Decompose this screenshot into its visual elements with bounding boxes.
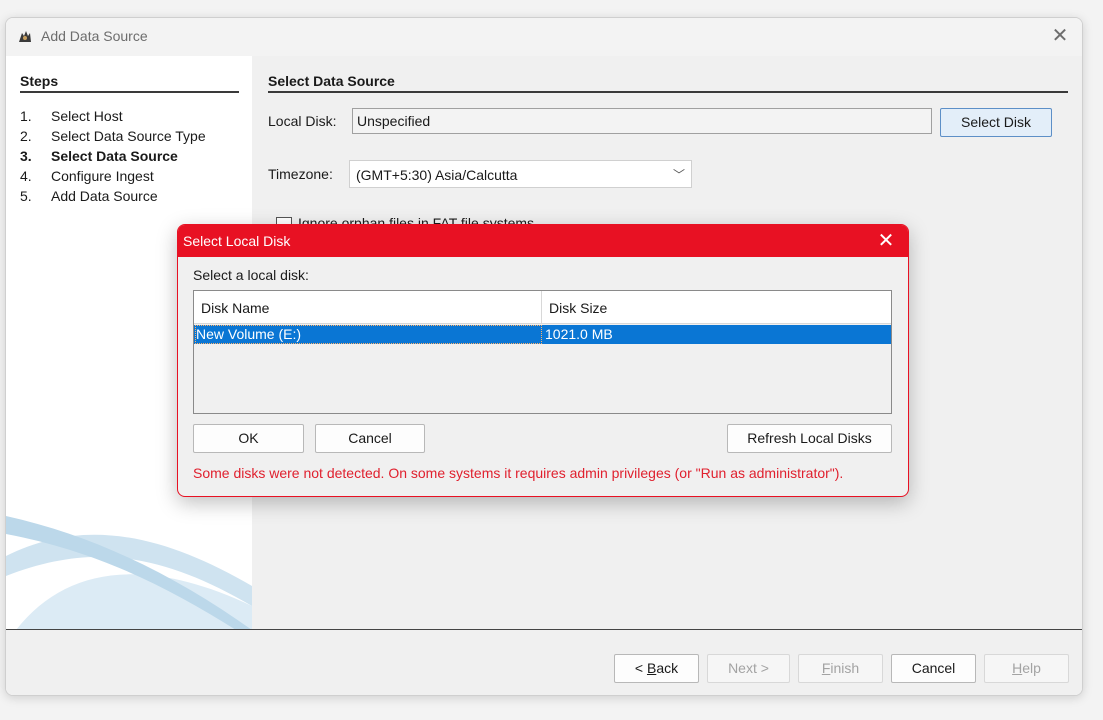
disk-name-cell: New Volume (E:)	[195, 325, 542, 344]
finish-button[interactable]: Finish	[798, 654, 883, 683]
app-logo-icon	[19, 31, 31, 42]
section-divider	[268, 91, 1068, 93]
local-disk-label: Local Disk:	[268, 113, 337, 129]
timezone-value: (GMT+5:30) Asia/Calcutta	[356, 167, 518, 183]
close-icon[interactable]: ✕	[1048, 24, 1072, 48]
step-item: 5. Add Data Source	[20, 188, 158, 204]
cancel-button[interactable]: Cancel	[891, 654, 976, 683]
footer-bar: < Back Next > Finish Cancel Help	[6, 630, 1082, 695]
step-item-current: 3. Select Data Source	[20, 148, 178, 164]
timezone-label: Timezone:	[268, 166, 333, 182]
steps-title: Steps	[20, 73, 59, 89]
steps-divider	[20, 91, 239, 93]
dialog-prompt: Select a local disk:	[193, 267, 309, 283]
refresh-local-disks-button[interactable]: Refresh Local Disks	[727, 424, 892, 453]
dialog-titlebar: Select Local Disk ✕	[178, 225, 908, 257]
local-disk-field: Unspecified	[352, 108, 932, 134]
next-button[interactable]: Next >	[707, 654, 790, 683]
dialog-title: Select Local Disk	[183, 233, 291, 249]
window-titlebar: Add Data Source ✕	[6, 18, 1082, 56]
select-disk-button[interactable]: Select Disk	[940, 108, 1052, 137]
step-item: 4. Configure Ingest	[20, 168, 154, 184]
window-title: Add Data Source	[41, 28, 148, 44]
timezone-select[interactable]: (GMT+5:30) Asia/Calcutta ﹀	[349, 160, 692, 188]
step-item: 2. Select Data Source Type	[20, 128, 206, 144]
column-header-disk-size[interactable]: Disk Size	[542, 291, 891, 324]
table-row[interactable]: New Volume (E:) 1021.0 MB	[194, 325, 891, 344]
section-title: Select Data Source	[268, 73, 395, 89]
dialog-cancel-button[interactable]: Cancel	[315, 424, 425, 453]
chevron-down-icon: ﹀	[672, 168, 685, 182]
step-item: 1. Select Host	[20, 108, 123, 124]
back-button[interactable]: < Back	[614, 654, 699, 683]
ok-button[interactable]: OK	[193, 424, 304, 453]
help-button[interactable]: Help	[984, 654, 1069, 683]
select-local-disk-dialog: Select Local Disk ✕ Select a local disk:…	[177, 224, 909, 497]
decorative-swoosh	[6, 516, 252, 630]
admin-warning-text: Some disks were not detected. On some sy…	[193, 465, 844, 481]
disk-table: Disk Name Disk Size New Volume (E:) 1021…	[193, 290, 892, 414]
disk-size-cell: 1021.0 MB	[545, 326, 613, 342]
close-icon[interactable]: ✕	[874, 229, 898, 253]
column-header-disk-name[interactable]: Disk Name	[194, 291, 542, 324]
